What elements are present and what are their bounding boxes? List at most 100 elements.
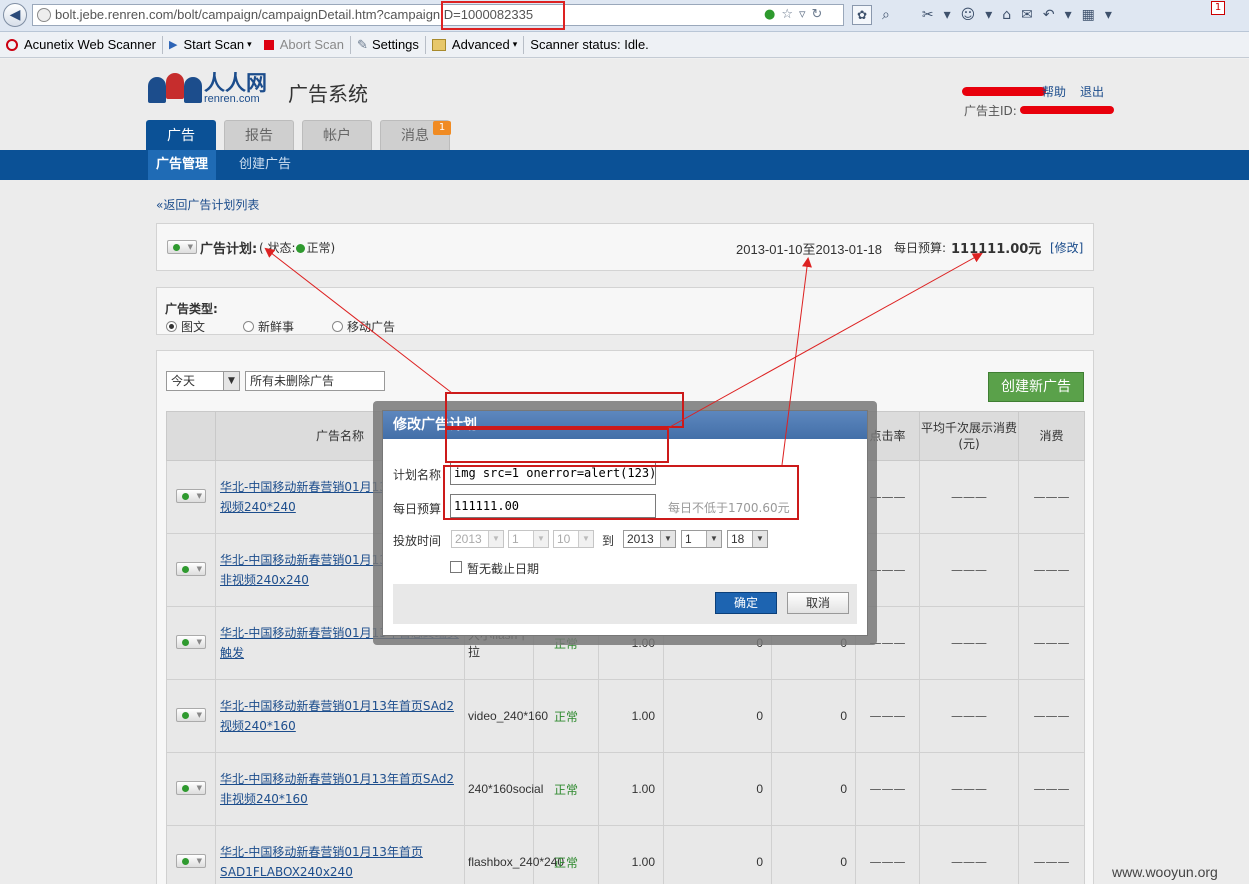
dropdown-arrow-icon[interactable]: ▿: [799, 7, 812, 22]
create-new-ad-button[interactable]: 创建新广告: [988, 372, 1084, 402]
main-tabs: 广告 报告 帐户 消息 1: [146, 120, 451, 150]
renren-logo[interactable]: 人人网 renren.com: [148, 73, 267, 105]
logo-text: 人人网 renren.com: [204, 73, 267, 105]
ad-name-link[interactable]: 华北-中国移动新春营销01月13年首页SAD1FLABOX240x240: [220, 845, 423, 879]
ad-cpm-cell: ———: [919, 679, 1019, 753]
go-icon[interactable]: ●: [764, 7, 781, 22]
menu-arrow-icon-3[interactable]: ▾: [1065, 7, 1072, 23]
ad-ctr-cell: ———: [855, 679, 920, 753]
chevron-down-icon: ▼: [223, 372, 239, 390]
subnav-create-ad[interactable]: 创建广告: [239, 150, 291, 180]
ad-cost: ———: [1033, 782, 1070, 796]
ad-status-toggle[interactable]: [176, 707, 206, 722]
chevron-down-icon: ▼: [533, 531, 548, 547]
ad-status-toggle[interactable]: [176, 853, 206, 868]
back-arrow-icon[interactable]: ◀: [3, 3, 27, 27]
addon-icon[interactable]: ☺: [961, 7, 976, 23]
ad-type-box: 广告类型: 图文 新鲜事 移动广告: [156, 287, 1094, 335]
ad-type-radio-mobile[interactable]: 移动广告: [332, 318, 395, 335]
address-bar[interactable]: bolt.jebe.renren.com/bolt/campaign/campa…: [32, 4, 844, 26]
chevron-down-icon: ▼: [752, 531, 767, 547]
plan-dates: 2013-01-10至2013-01-18: [736, 242, 882, 257]
ad-cpm-cell: ———: [919, 825, 1019, 884]
play-icon: ▶: [169, 39, 178, 51]
ad-status-toggle[interactable]: [176, 561, 206, 576]
url-highlight-box: [441, 1, 565, 30]
advanced-button[interactable]: Advanced ▾: [426, 34, 523, 56]
row-toggle-cell: [166, 533, 216, 607]
search-icon[interactable]: ⌕: [882, 7, 890, 23]
ad-clicks-cell: 0: [771, 825, 856, 884]
menu-arrow-icon-2[interactable]: ▾: [985, 7, 992, 23]
plan-status-prefix: ( 状态:: [259, 241, 296, 255]
home-icon[interactable]: ⌂: [1002, 7, 1011, 23]
plan-name-label: 计划名称: [393, 468, 442, 482]
tab-messages[interactable]: 消息 1: [380, 120, 451, 150]
tab-reports[interactable]: 报告: [224, 120, 294, 150]
col-cpm[interactable]: 平均千次展示消费(元): [919, 411, 1019, 461]
ad-status: 正常: [553, 709, 578, 724]
ad-clicks-cell: 0: [771, 752, 856, 826]
settings-button[interactable]: ✎ Settings: [351, 34, 425, 56]
col-cost[interactable]: 消费: [1018, 411, 1085, 461]
start-year-select: 2013 ▼: [451, 530, 504, 548]
back-to-plan-list-link[interactable]: «返回广告计划列表: [156, 196, 259, 213]
ad-name-link[interactable]: 华北-中国移动新春营销01月13年首页SAd2非视频240*160: [220, 772, 454, 806]
ad-status-toggle[interactable]: [176, 488, 206, 503]
ad-status-toggle[interactable]: [176, 634, 206, 649]
search-engine-icon[interactable]: ✿: [852, 5, 872, 25]
ad-cpm-cell: ———: [919, 752, 1019, 826]
ad-status-toggle[interactable]: [176, 780, 206, 795]
ad-name-link[interactable]: 华北-中国移动新春营销01月13年首页SAd2视频240*160: [220, 699, 454, 733]
tab-ads[interactable]: 广告: [146, 120, 216, 150]
mail-icon[interactable]: ✉: [1021, 7, 1033, 23]
reload-icon[interactable]: ↻: [812, 7, 829, 22]
ad-ctr-cell: ———: [855, 752, 920, 826]
subnav-ad-management[interactable]: 广告管理: [148, 150, 217, 180]
date-range-select[interactable]: 今天 ▼: [166, 371, 240, 391]
chevron-down-icon: ▾: [512, 39, 518, 49]
ad-state-value: 所有未删除广告: [250, 374, 335, 388]
abort-scan-button[interactable]: Abort Scan: [258, 34, 350, 56]
cancel-button[interactable]: 取消: [787, 592, 849, 614]
ad-cpm: ———: [951, 636, 987, 650]
menu-arrow-icon[interactable]: ▾: [944, 7, 951, 23]
ad-cpm-cell: ———: [919, 533, 1019, 607]
ad-type-option-label: 移动广告: [347, 320, 396, 334]
ad-type-radio-image-text[interactable]: 图文: [166, 318, 205, 335]
ad-cpm: ———: [951, 709, 987, 723]
end-year-select[interactable]: 2013 ▼: [623, 530, 676, 548]
star-icon[interactable]: ☆: [781, 7, 799, 22]
tab-account[interactable]: 帐户: [302, 120, 372, 150]
screenshot-icon[interactable]: ✂: [922, 7, 934, 23]
no-end-date-checkbox[interactable]: [450, 561, 462, 573]
confirm-button[interactable]: 确定: [715, 592, 777, 614]
help-link[interactable]: 帮助: [1042, 83, 1066, 100]
chevron-down-icon: ▾: [247, 39, 252, 49]
end-day-select[interactable]: 18 ▼: [727, 530, 768, 548]
menu-arrow-icon-4[interactable]: ▾: [1105, 7, 1112, 23]
ad-state-select[interactable]: 所有未删除广告: [245, 371, 385, 391]
acunetix-brand[interactable]: Acunetix Web Scanner: [0, 34, 162, 56]
end-month-select[interactable]: 1 ▼: [681, 530, 722, 548]
logout-link[interactable]: 退出: [1080, 83, 1104, 100]
status-ok-icon: [295, 244, 305, 253]
history-icon[interactable]: ↶: [1043, 7, 1055, 23]
ad-bid: 1.00: [631, 855, 655, 869]
ad-type-radio-news-feed[interactable]: 新鲜事: [243, 318, 294, 335]
schedule-label: 投放时间: [393, 534, 442, 548]
chevron-down-icon: ▼: [488, 531, 503, 547]
ad-type-option-label: 新鲜事: [258, 320, 295, 334]
ad-clicks-cell: 0: [771, 679, 856, 753]
apps-icon[interactable]: ▦: [1082, 7, 1095, 23]
globe-icon: [37, 8, 51, 22]
row-toggle-cell: [166, 825, 216, 884]
end-year-value: 2013: [627, 532, 654, 546]
start-month-value: 1: [512, 532, 519, 546]
notification-badge[interactable]: 1: [1211, 1, 1225, 15]
ad-cpm-cell: ———: [919, 606, 1019, 680]
ad-cost-cell: ———: [1018, 606, 1085, 680]
edit-plan-link[interactable]: [修改]: [1050, 239, 1083, 256]
start-scan-button[interactable]: ▶ Start Scan ▾: [163, 34, 258, 56]
plan-status-toggle[interactable]: [167, 240, 197, 254]
